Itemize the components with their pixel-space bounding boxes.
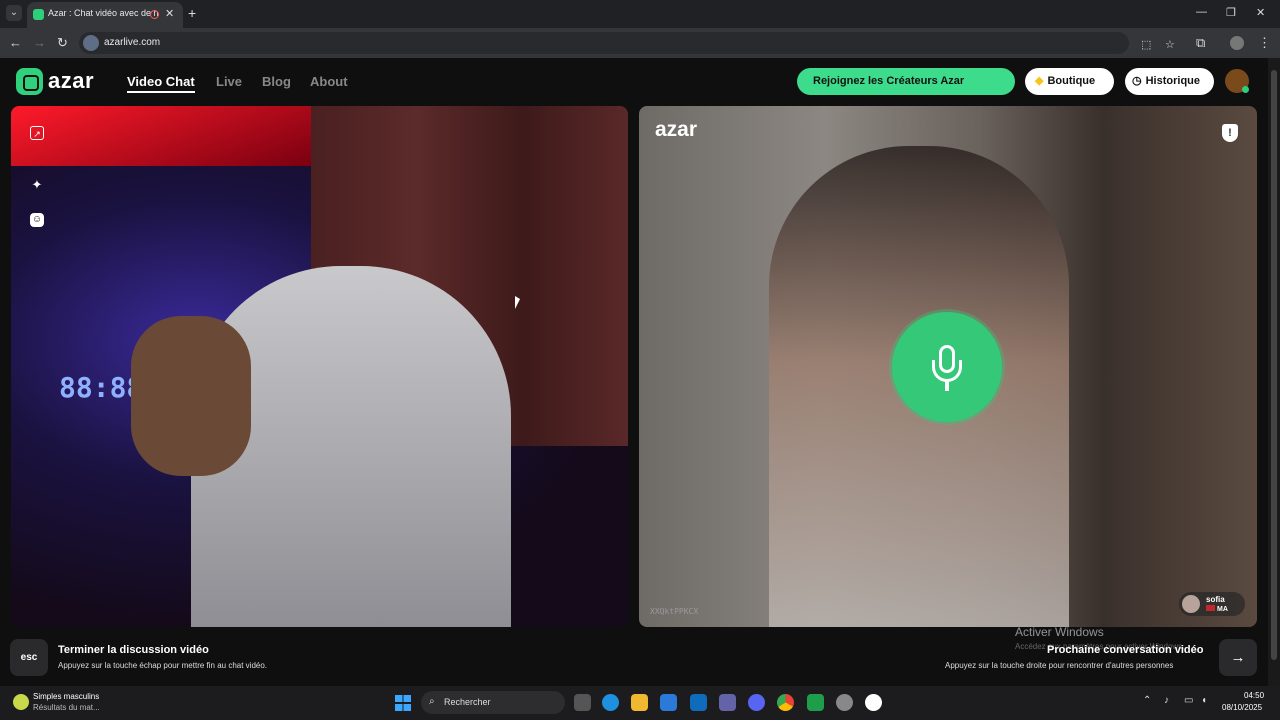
tab-close-icon[interactable]: ✕: [165, 7, 174, 20]
url-text: azarlive.com: [104, 37, 161, 48]
taskbar-search[interactable]: ⌕ Rechercher: [421, 691, 565, 714]
site-info-icon[interactable]: [83, 35, 99, 51]
nav-live[interactable]: Live: [216, 74, 242, 89]
join-creators-button[interactable]: Rejoignez les Créateurs Azar: [797, 68, 1015, 95]
browser-menu-icon[interactable]: ⋮: [1258, 35, 1271, 51]
site-header: azar Video Chat Live Blog About Rejoigne…: [0, 58, 1280, 104]
windows-start-icon[interactable]: [395, 695, 411, 711]
edge-icon[interactable]: [602, 694, 619, 711]
remote-video: azar ! XXQktPPKCX sofia MA: [639, 106, 1257, 627]
mouse-cursor: [515, 296, 520, 309]
nav-blog[interactable]: Blog: [262, 74, 291, 89]
join-creators-label: Rejoignez les Créateurs Azar: [813, 75, 965, 87]
clock-icon: ◷: [1132, 75, 1142, 87]
browser-tab[interactable]: Azar : Chat vidéo avec de n ✕: [27, 2, 183, 28]
chrome-icon[interactable]: [777, 694, 794, 711]
activate-windows-sub: Accédez aux paramètres pour activer Wind…: [1015, 642, 1185, 651]
news-widget-sub[interactable]: Résultats du mat...: [33, 703, 100, 712]
morocco-flag-icon: [1206, 605, 1215, 611]
file-explorer-icon[interactable]: [631, 694, 648, 711]
report-shield-icon[interactable]: !: [1222, 124, 1238, 142]
teams-icon[interactable]: [719, 694, 736, 711]
microphone-button[interactable]: [892, 312, 1002, 422]
reload-icon[interactable]: ↻: [57, 35, 68, 51]
close-window-icon[interactable]: ✕: [1256, 6, 1265, 19]
local-video: 88:88 ↗ ✦ ☺: [11, 106, 628, 627]
next-chat-hint: Appuyez sur la touche droite pour rencon…: [945, 661, 1174, 670]
search-icon: ⌕: [429, 696, 435, 707]
store-icon[interactable]: [660, 694, 677, 711]
url-field[interactable]: azarlive.com ⬚ ☆: [79, 32, 1175, 54]
esc-key-button[interactable]: esc: [10, 639, 48, 676]
news-widget-icon[interactable]: [13, 694, 29, 710]
back-icon[interactable]: ←: [9, 35, 22, 50]
tab-title: Azar : Chat vidéo avec de n: [48, 8, 158, 18]
windows-taskbar: Simples masculins Résultats du mat... ⌕ …: [0, 686, 1280, 720]
tray-volume-icon[interactable]: ◖: [1201, 695, 1207, 706]
forward-icon[interactable]: →: [33, 35, 46, 50]
nav-video-chat[interactable]: Video Chat: [127, 74, 195, 93]
microphone-icon-stand: [945, 382, 949, 391]
maximize-icon[interactable]: ❐: [1226, 6, 1236, 19]
new-tab-icon[interactable]: +: [188, 5, 196, 21]
remote-azar-logo: azar: [655, 118, 698, 141]
diamond-icon: ◆: [1035, 75, 1044, 87]
tray-overflow-icon[interactable]: ⌃: [1143, 695, 1151, 706]
history-label: Historique: [1145, 75, 1201, 87]
sparkle-effects-icon[interactable]: ✦: [30, 178, 44, 192]
minimize-icon[interactable]: —: [1196, 6, 1207, 18]
next-arrow-button[interactable]: →: [1219, 639, 1257, 676]
profile-icon[interactable]: [1230, 36, 1244, 50]
microphone-icon-cup: [932, 360, 962, 382]
partner-country-code: MA: [1217, 606, 1228, 613]
background-red-light: [11, 106, 311, 166]
obs-icon[interactable]: [865, 694, 882, 711]
local-user-face: [131, 316, 251, 476]
face-mask-icon[interactable]: ☺: [30, 213, 44, 227]
azar-logo-icon[interactable]: [16, 68, 43, 95]
extensions-icon[interactable]: ⧉: [1196, 35, 1205, 51]
search-placeholder: Rechercher: [444, 697, 491, 707]
partner-name: sofia: [1206, 595, 1225, 604]
tab-search-icon[interactable]: ⌄: [6, 5, 22, 21]
partner-profile-chip[interactable]: sofia MA: [1179, 592, 1245, 616]
scroll-thumb[interactable]: [1271, 70, 1277, 660]
end-chat-title: Terminer la discussion vidéo: [58, 644, 209, 656]
azar-favicon-icon: [33, 9, 44, 20]
partner-avatar: [1182, 595, 1200, 613]
taskbar-time[interactable]: 04:50: [1244, 691, 1264, 700]
discord-icon[interactable]: [748, 694, 765, 711]
online-status-dot: [1242, 86, 1249, 93]
outlook-icon[interactable]: [690, 694, 707, 711]
expand-icon[interactable]: ↗: [30, 126, 44, 140]
taskbar-date[interactable]: 08/10/2025: [1222, 703, 1262, 712]
tray-mic-icon[interactable]: ♪: [1164, 695, 1169, 706]
history-button[interactable]: ◷ Historique: [1125, 68, 1214, 95]
end-chat-hint: Appuyez sur la touche échap pour mettre …: [58, 661, 268, 670]
nav-about[interactable]: About: [310, 74, 348, 89]
bookmark-star-icon[interactable]: ☆: [1165, 38, 1175, 51]
news-widget-title[interactable]: Simples masculins: [33, 692, 99, 701]
install-app-icon[interactable]: ⬚: [1141, 38, 1151, 51]
address-bar: ← → ↻ azarlive.com ⬚ ☆ ⧉ ⋮: [0, 28, 1280, 58]
session-id: XXQktPPKCX: [650, 607, 699, 616]
media-player-icon[interactable]: [807, 694, 824, 711]
game-app-icon[interactable]: [836, 694, 853, 711]
azar-logo-text[interactable]: azar: [48, 68, 94, 94]
recording-icon: [150, 10, 159, 19]
activate-windows-title: Activer Windows: [1015, 625, 1104, 639]
shop-button[interactable]: ◆ Boutique: [1025, 68, 1114, 95]
task-view-icon[interactable]: [574, 694, 591, 711]
shop-label: Boutique: [1047, 75, 1096, 87]
partner-country: MA: [1206, 605, 1228, 613]
tray-network-icon[interactable]: ▭: [1184, 695, 1193, 706]
browser-tab-bar: ⌄ Azar : Chat vidéo avec de n ✕ + — ❐ ✕: [0, 0, 1280, 28]
